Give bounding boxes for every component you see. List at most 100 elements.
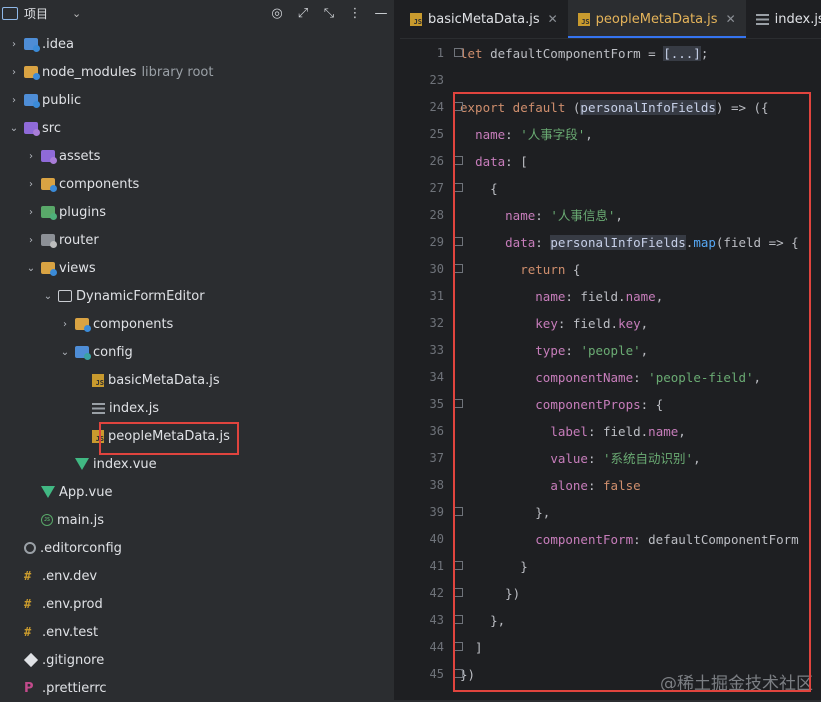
line-number: 43 <box>429 613 444 627</box>
js-file-icon: JS <box>577 12 590 26</box>
project-icon <box>2 6 18 20</box>
tree-item[interactable]: ⌄ config <box>0 338 394 366</box>
tree-item[interactable]: ›.gitignore <box>0 646 394 674</box>
chevron-right-icon[interactable]: › <box>8 67 20 78</box>
tree-item[interactable]: ›P.prettierrc <box>0 674 394 702</box>
close-icon[interactable]: ✕ <box>548 12 558 26</box>
collapse-icon[interactable]: ⤡ <box>316 4 342 22</box>
tree-item[interactable]: ›#.env.dev <box>0 562 394 590</box>
nodejs-file-icon: JS <box>41 514 53 526</box>
tree-item[interactable]: › components <box>0 310 394 338</box>
folder-icon <box>24 66 40 80</box>
fold-icon[interactable] <box>454 48 463 57</box>
line-number: 28 <box>429 208 444 222</box>
line-gutter: 1 23 24 25 26 27 28 29 30 31 32 33 34 35 36 37 38 39 40 41 4… <box>400 40 454 688</box>
line-number: 25 <box>429 127 444 141</box>
editor-tab[interactable]: JS peopleMetaData.js ✕ <box>567 0 746 38</box>
code-highlight-box <box>453 92 811 692</box>
chevron-right-icon[interactable]: › <box>59 319 71 330</box>
tree-item[interactable]: ›#.env.test <box>0 618 394 646</box>
chevron-down-icon[interactable]: ⌄ <box>25 263 37 274</box>
tree-item-label: DynamicFormEditor <box>76 288 205 304</box>
tree-item[interactable]: ›JSbasicMetaData.js <box>0 366 394 394</box>
chevron-down-icon[interactable]: ⌄ <box>42 291 54 302</box>
folder-icon <box>41 206 57 220</box>
more-icon[interactable]: ⋮ <box>342 4 368 22</box>
tree-item-label: views <box>59 260 96 276</box>
code-line[interactable]: let defaultComponentForm = [...]; <box>454 40 821 67</box>
tree-item-label: .idea <box>42 36 74 52</box>
git-file-icon <box>23 652 39 668</box>
editor-tab[interactable]: index.js✕ <box>746 0 821 38</box>
folder-icon <box>41 234 57 248</box>
tree-item[interactable]: ›index.js <box>0 394 394 422</box>
folder-icon <box>24 122 40 136</box>
folder-icon <box>24 38 40 52</box>
tree-item-label: public <box>42 92 82 108</box>
tree-item[interactable]: ›App.vue <box>0 478 394 506</box>
chevron-right-icon[interactable]: › <box>8 95 20 106</box>
tab-label: peopleMetaData.js <box>595 11 718 27</box>
chevron-right-icon[interactable]: › <box>25 235 37 246</box>
tree-item[interactable]: ⌄ views <box>0 254 394 282</box>
tree-item[interactable]: ⌄ src <box>0 114 394 142</box>
line-number: 30 <box>429 262 444 276</box>
config-file-icon <box>24 542 36 554</box>
chevron-down-icon[interactable]: ⌄ <box>72 7 81 20</box>
chevron-right-icon[interactable]: › <box>25 207 37 218</box>
line-number: 1 <box>436 46 444 60</box>
code-line[interactable] <box>460 67 821 94</box>
chevron-right-icon[interactable]: › <box>25 151 37 162</box>
tree-item-label: .env.dev <box>42 568 98 584</box>
selection-highlight-box <box>99 422 239 455</box>
tree-item-label: node_modules <box>42 64 137 80</box>
panel-toolbar: ◎ ⤢ ⤡ ⋮ — <box>264 4 394 22</box>
close-icon[interactable]: ✕ <box>726 12 736 26</box>
tree-item[interactable]: ›.editorconfig <box>0 534 394 562</box>
chevron-right-icon[interactable]: › <box>25 179 37 190</box>
tab-label: index.js <box>774 11 821 27</box>
tree-item[interactable]: › public <box>0 86 394 114</box>
tree-item[interactable]: › plugins <box>0 198 394 226</box>
tree-item[interactable]: ›#.env.prod <box>0 590 394 618</box>
editor-tab[interactable]: JS basicMetaData.js ✕ <box>400 0 568 38</box>
tree-item-label: assets <box>59 148 101 164</box>
chevron-down-icon[interactable]: ⌄ <box>8 123 20 134</box>
tree-item-label: .prettierrc <box>42 680 107 696</box>
line-number: 24 <box>429 100 444 114</box>
expand-icon[interactable]: ⤢ <box>290 4 316 22</box>
project-title[interactable]: 项目 <box>24 5 48 22</box>
chevron-down-icon[interactable]: ⌄ <box>59 347 71 358</box>
tree-item[interactable]: › .idea <box>0 30 394 58</box>
line-number: 41 <box>429 559 444 573</box>
list-file-icon <box>92 402 105 414</box>
minimize-icon[interactable]: — <box>368 4 394 22</box>
line-number: 38 <box>429 478 444 492</box>
line-number: 31 <box>429 289 444 303</box>
folder-icon <box>41 150 57 164</box>
folder-icon <box>41 178 57 192</box>
tree-item-label: basicMetaData.js <box>108 372 220 388</box>
tree-item[interactable]: › assets <box>0 142 394 170</box>
editor-tabs: JS basicMetaData.js ✕ JS peopleMetaData.js ✕ i… <box>400 0 821 39</box>
tree-item[interactable]: › components <box>0 170 394 198</box>
folder-icon <box>75 346 91 360</box>
tree-item[interactable]: ›JSmain.js <box>0 506 394 534</box>
folder-icon <box>58 290 72 302</box>
target-icon[interactable]: ◎ <box>264 4 290 22</box>
library-root-label: library root <box>141 64 214 80</box>
chevron-right-icon[interactable]: › <box>8 39 20 50</box>
tree-item-label: .editorconfig <box>40 540 122 556</box>
tree-item-label: components <box>59 176 140 192</box>
tree-item[interactable]: ⌄ DynamicFormEditor <box>0 282 394 310</box>
folder-icon <box>75 318 91 332</box>
tree-item-label: App.vue <box>59 484 113 500</box>
line-number: 39 <box>429 505 444 519</box>
tree-item-label: index.js <box>109 400 160 416</box>
line-number: 27 <box>429 181 444 195</box>
tree-item[interactable]: › node_modules library root <box>0 58 394 86</box>
env-file-icon: # <box>24 625 32 639</box>
tree-item[interactable]: › router <box>0 226 394 254</box>
line-number: 45 <box>429 667 444 681</box>
tree-item-label: index.vue <box>93 456 157 472</box>
